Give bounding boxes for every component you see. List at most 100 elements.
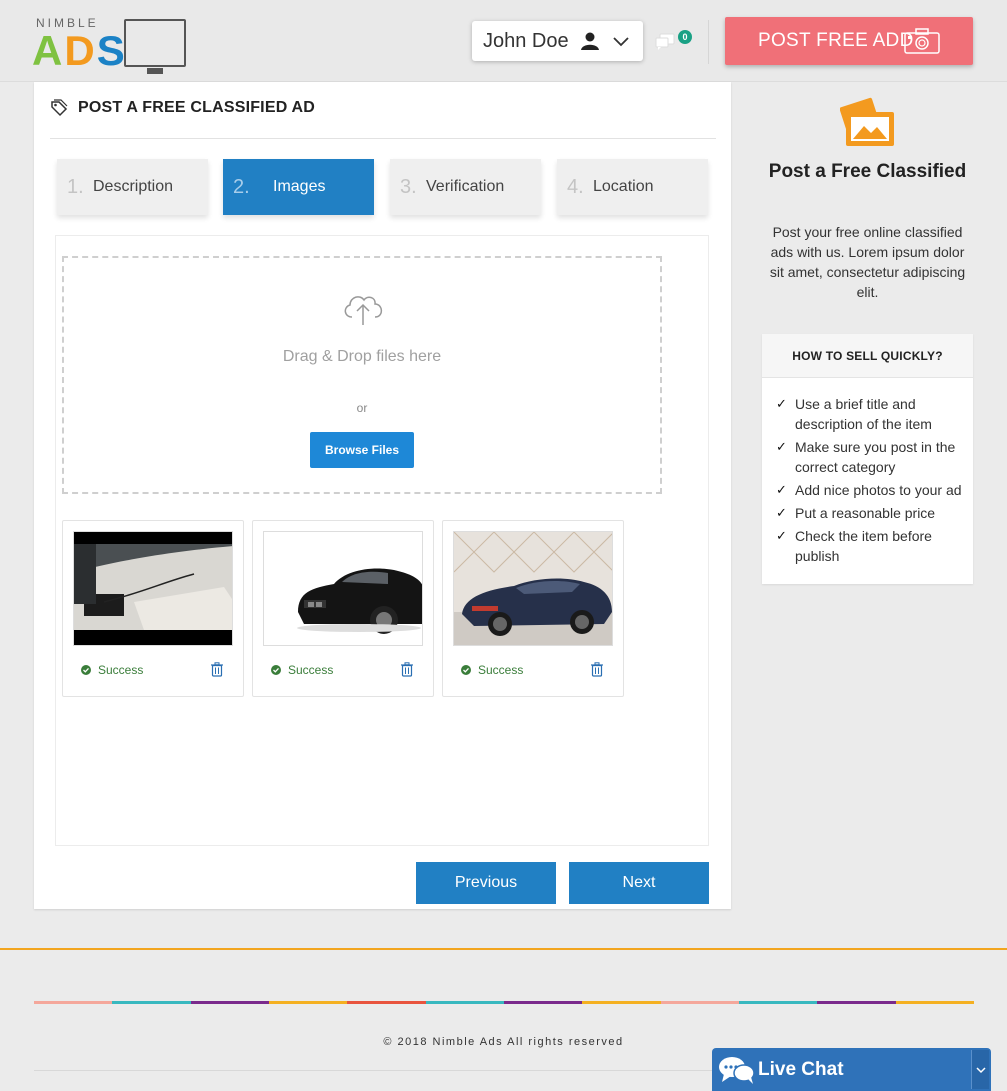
dropzone-or: or	[356, 401, 368, 415]
tab-number: 1.	[67, 175, 84, 198]
tab-number: 4.	[567, 175, 584, 198]
card-title: POST A FREE CLASSIFIED AD	[50, 99, 315, 117]
footer-color-stripe	[34, 1001, 974, 1004]
upload-item: Success	[442, 520, 624, 697]
title-divider	[50, 138, 716, 139]
tab-number: 2.	[233, 175, 250, 198]
uploaded-image-black-car	[263, 531, 423, 646]
selling-tips-panel: HOW TO SELL QUICKLY? ✓ Use a brief title …	[762, 334, 973, 584]
tips-title: HOW TO SELL QUICKLY?	[762, 334, 973, 378]
tab-label: Verification	[426, 178, 505, 195]
tip-text: Check the item before publish	[795, 528, 932, 564]
post-ad-card: POST A FREE CLASSIFIED AD 1. Description…	[34, 82, 731, 909]
stripe-segment	[112, 1001, 191, 1004]
logo-letter-a: A	[32, 27, 65, 74]
tip-text: Make sure you post in the correct catego…	[795, 439, 956, 475]
messages-icon[interactable]	[655, 33, 675, 51]
chat-bubbles-icon	[719, 1056, 755, 1084]
logo-monitor-icon	[124, 19, 186, 67]
stripe-segment	[817, 1001, 896, 1004]
uploaded-image-blue-coupe	[453, 531, 613, 646]
live-chat-toggle[interactable]	[971, 1050, 989, 1089]
logo-monitor-stand	[147, 68, 163, 74]
logo-letter-d: D	[64, 27, 97, 74]
trash-icon[interactable]	[400, 662, 414, 677]
stripe-segment	[660, 1001, 739, 1004]
upload-area: Drag & Drop files here or Browse Files S…	[55, 235, 709, 846]
browse-files-button[interactable]: Browse Files	[310, 432, 414, 468]
check-icon: ✓	[776, 505, 787, 520]
copyright: © 2018 Nimble Ads All rights reserved	[383, 1036, 624, 1048]
chevron-down-icon	[975, 1066, 986, 1073]
photos-icon	[840, 97, 894, 146]
tab-label: Location	[593, 178, 654, 195]
upload-status: Success	[81, 663, 143, 677]
check-icon: ✓	[776, 396, 787, 411]
promo-title: Post a Free Classified	[768, 161, 967, 182]
tags-icon	[51, 99, 68, 117]
upload-status: Success	[461, 663, 523, 677]
trash-icon[interactable]	[210, 662, 224, 677]
user-name: John Doe	[483, 29, 569, 52]
stripe-segment	[425, 1001, 504, 1004]
logo[interactable]: NIMBLE ADS	[32, 13, 192, 77]
tips-list: ✓ Use a brief title and description of th…	[762, 378, 973, 566]
stripe-segment	[738, 1001, 818, 1004]
post-free-ad-button[interactable]: POST FREE ADD	[725, 17, 973, 65]
live-chat-button[interactable]: Live Chat	[712, 1048, 991, 1091]
upload-status-text: Success	[98, 663, 144, 677]
logo-letter-s: S	[96, 27, 127, 74]
live-chat-label: Live Chat	[758, 1058, 844, 1080]
stripe-segment	[582, 1001, 661, 1004]
upload-status-text: Success	[288, 663, 334, 677]
messages-count-badge: 0	[678, 30, 692, 44]
upload-status-text: Success	[478, 663, 524, 677]
list-item: ✓ Check the item before publish	[776, 526, 963, 566]
promo-text: Post your free online classified ads wit…	[769, 224, 966, 300]
dropzone[interactable]: Drag & Drop files here or Browse Files	[62, 256, 662, 494]
list-item: ✓ Put a reasonable price	[776, 503, 963, 523]
list-item: ✓ Add nice photos to your ad	[776, 480, 963, 500]
tab-images[interactable]: 2. Images	[223, 159, 374, 215]
chevron-down-icon	[612, 37, 629, 47]
tab-description[interactable]: 1. Description	[57, 159, 208, 215]
upload-item: Success	[62, 520, 244, 697]
page-title: POST A FREE CLASSIFIED AD	[78, 99, 316, 116]
tab-label: Images	[273, 178, 326, 195]
header-divider	[708, 20, 709, 64]
user-menu-button[interactable]: John Doe	[472, 21, 643, 61]
header: NIMBLE ADS John Doe 0 POST FREE ADD	[0, 0, 1007, 82]
list-item: ✓ Use a brief title and description of th…	[776, 394, 963, 434]
stripe-segment	[34, 1001, 113, 1004]
tab-label: Description	[93, 178, 174, 195]
stripe-segment	[268, 1001, 348, 1004]
tab-number: 3.	[400, 175, 417, 198]
tab-verification[interactable]: 3. Verification	[390, 159, 541, 215]
tab-location[interactable]: 4. Location	[557, 159, 708, 215]
stripe-segment	[190, 1001, 269, 1004]
check-icon: ✓	[776, 439, 787, 454]
previous-button[interactable]: Previous	[416, 862, 556, 904]
next-button[interactable]: Next	[569, 862, 709, 904]
uploaded-image-car-interior	[73, 531, 233, 646]
post-free-ad-label: POST FREE ADD	[758, 30, 914, 51]
tip-text: Put a reasonable price	[795, 505, 936, 521]
upload-status: Success	[271, 663, 333, 677]
tip-text: Add nice photos to your ad	[795, 482, 962, 498]
trash-icon[interactable]	[590, 662, 604, 677]
check-circle-icon	[461, 665, 471, 675]
camera-icon	[904, 28, 940, 54]
check-circle-icon	[81, 665, 91, 675]
check-icon: ✓	[776, 482, 787, 497]
check-circle-icon	[271, 665, 281, 675]
list-item: ✓ Make sure you post in the correct categ…	[776, 437, 963, 477]
logo-big-text: ADS	[32, 27, 127, 75]
upload-item: Success	[252, 520, 434, 697]
stripe-segment	[503, 1001, 583, 1004]
stripe-segment	[347, 1001, 426, 1004]
check-icon: ✓	[776, 528, 787, 543]
tip-text: Use a brief title and description of the…	[795, 396, 932, 432]
stripe-segment	[895, 1001, 974, 1004]
dropzone-text: Drag & Drop files here	[282, 348, 442, 365]
user-icon	[580, 32, 599, 50]
